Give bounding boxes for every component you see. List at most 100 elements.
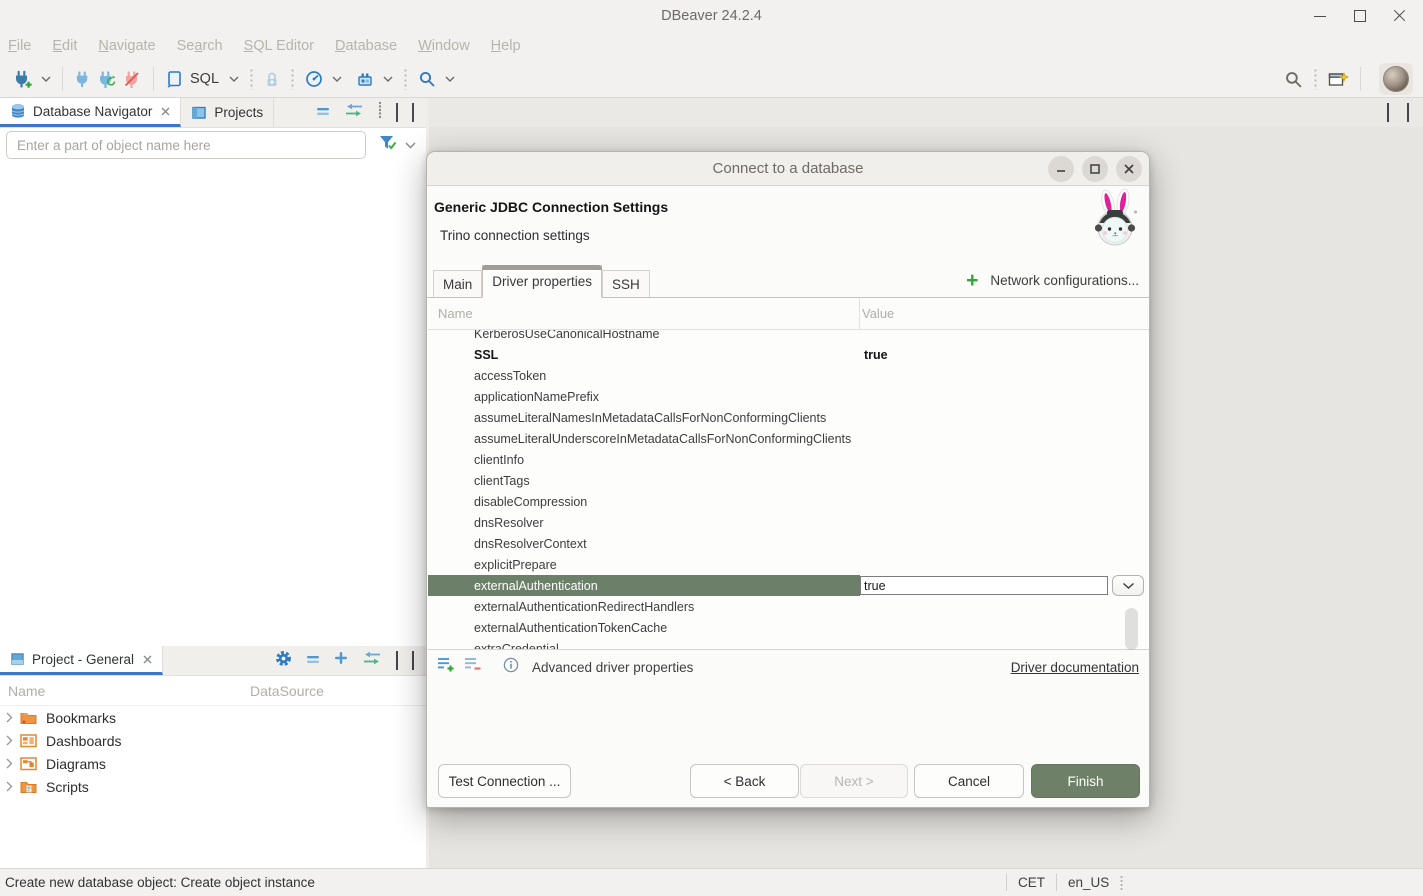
object-filter-input[interactable] (6, 131, 366, 159)
column-value[interactable]: Value (862, 306, 894, 321)
property-row-externalAuthenticationTokenCache[interactable]: externalAuthenticationTokenCache (428, 617, 1149, 638)
search-button[interactable] (415, 65, 439, 93)
dialog-maximize-button[interactable] (1082, 156, 1108, 182)
property-row-disableCompression[interactable]: disableCompression (428, 491, 1149, 512)
expander-chevron-icon[interactable] (6, 781, 20, 792)
remove-property-button[interactable] (464, 656, 482, 678)
tree-item-diagrams[interactable]: Diagrams (0, 752, 426, 775)
window-minimize-button[interactable] (1313, 9, 1327, 23)
column-divider[interactable] (859, 298, 860, 329)
close-tab-icon[interactable] (143, 652, 152, 667)
dashboard-dropdown[interactable] (329, 65, 345, 93)
cancel-button[interactable]: Cancel (914, 764, 1024, 798)
tree-item-dashboards[interactable]: Dashboards (0, 729, 426, 752)
dialog-close-button[interactable] (1116, 156, 1142, 182)
column-datasource[interactable]: DataSource (250, 683, 324, 699)
test-connection-button[interactable]: Test Connection ... (438, 764, 571, 798)
link-with-editor-icon[interactable] (362, 651, 382, 670)
column-name[interactable]: Name (0, 683, 250, 699)
dashboard-button[interactable] (302, 65, 326, 93)
sql-editor-label[interactable]: SQL (190, 71, 219, 87)
minimize-panel-icon[interactable] (396, 104, 398, 122)
property-row-externalAuthentication[interactable]: externalAuthentication (428, 575, 1149, 596)
new-connection-button[interactable] (10, 65, 35, 93)
tab-project-general[interactable]: Project - General (0, 646, 163, 675)
tree-item-bookmarks[interactable]: Bookmarks (0, 706, 426, 729)
expander-chevron-icon[interactable] (6, 712, 20, 723)
menu-item-edit[interactable]: Edit (52, 38, 77, 54)
driver-manager-button[interactable] (353, 65, 377, 93)
connect-button[interactable] (71, 65, 95, 93)
locale-indicator: en_US (1068, 875, 1109, 890)
new-connection-dropdown[interactable] (38, 65, 54, 93)
close-tab-icon[interactable] (161, 104, 170, 119)
menu-item-database[interactable]: Database (335, 38, 397, 54)
tree-item-scripts[interactable]: Scripts (0, 775, 426, 798)
window-close-button[interactable] (1393, 9, 1407, 23)
property-name: externalAuthentication (428, 575, 860, 596)
view-menu-icon[interactable] (378, 101, 382, 124)
tab-ssh[interactable]: SSH (602, 270, 650, 297)
filter-icon[interactable] (378, 134, 397, 156)
back-button[interactable]: < Back (690, 764, 799, 798)
property-value-input[interactable] (860, 576, 1108, 595)
window-maximize-button[interactable] (1353, 9, 1367, 23)
expand-all-icon[interactable] (334, 651, 348, 670)
finish-button[interactable]: Finish (1031, 764, 1140, 798)
maximize-panel-icon[interactable] (412, 652, 414, 670)
property-row-clientTags[interactable]: clientTags (428, 470, 1149, 491)
column-name[interactable]: Name (438, 306, 473, 321)
reconnect-button[interactable] (95, 65, 120, 93)
sql-editor-button[interactable] (162, 65, 186, 93)
tab-database-navigator[interactable]: Database Navigator (0, 98, 181, 127)
maximize-panel-icon[interactable] (412, 104, 414, 122)
property-row-extraCredential[interactable]: extraCredential (428, 638, 1149, 650)
minimize-editor-icon[interactable] (1387, 104, 1389, 122)
property-row-assumeLiteralUnderscoreInMetadataCallsForNonConformingClients[interactable]: assumeLiteralUnderscoreInMetadataCallsFo… (428, 428, 1149, 449)
dialog-minimize-button[interactable] (1048, 156, 1074, 182)
info-icon (503, 657, 519, 678)
sql-editor-dropdown[interactable] (226, 65, 242, 93)
user-profile-button[interactable] (1379, 63, 1413, 95)
open-perspective-button[interactable] (1325, 65, 1352, 93)
disconnect-button[interactable] (120, 65, 145, 93)
property-row-applicationNamePrefix[interactable]: applicationNamePrefix (428, 386, 1149, 407)
minimize-panel-icon[interactable] (396, 652, 398, 670)
property-row-clientInfo[interactable]: clientInfo (428, 449, 1149, 470)
tab-main[interactable]: Main (433, 270, 482, 297)
property-row-dnsResolver[interactable]: dnsResolver (428, 512, 1149, 533)
driver-documentation-link[interactable]: Driver documentation (1011, 660, 1139, 675)
vertical-scrollbar-thumb[interactable] (1125, 608, 1138, 650)
property-value-dropdown-button[interactable] (1112, 575, 1144, 596)
property-row-KerberosUseCanonicalHostname[interactable]: KerberosUseCanonicalHostname (428, 330, 1149, 344)
maximize-editor-icon[interactable] (1407, 104, 1409, 122)
property-row-accessToken[interactable]: accessToken (428, 365, 1149, 386)
search-dropdown[interactable] (442, 65, 458, 93)
tab-projects[interactable]: Projects (181, 98, 274, 127)
property-row-SSL[interactable]: SSLtrue (428, 344, 1149, 365)
collapse-all-icon[interactable] (316, 104, 330, 122)
menu-item-window[interactable]: Window (418, 38, 470, 54)
menu-item-search[interactable]: Search (177, 38, 223, 54)
expander-chevron-icon[interactable] (6, 758, 20, 769)
network-configurations-button[interactable]: + Network configurations... (966, 264, 1149, 297)
menu-item-navigate[interactable]: Navigate (98, 38, 155, 54)
property-name: clientInfo (428, 453, 860, 467)
property-row-assumeLiteralNamesInMetadataCallsForNonConformingClients[interactable]: assumeLiteralNamesInMetadataCallsForNonC… (428, 407, 1149, 428)
link-with-editor-icon[interactable] (344, 103, 364, 122)
property-row-explicitPrepare[interactable]: explicitPrepare (428, 554, 1149, 575)
property-row-externalAuthenticationRedirectHandlers[interactable]: externalAuthenticationRedirectHandlers (428, 596, 1149, 617)
add-property-button[interactable] (437, 656, 455, 678)
menu-item-help[interactable]: Help (491, 38, 521, 54)
settings-gear-icon[interactable] (275, 650, 292, 672)
tab-driver-properties[interactable]: Driver properties (482, 265, 602, 298)
quick-search-button[interactable] (1281, 65, 1306, 93)
driver-manager-dropdown[interactable] (380, 65, 396, 93)
property-row-dnsResolverContext[interactable]: dnsResolverContext (428, 533, 1149, 554)
expander-chevron-icon[interactable] (6, 735, 20, 746)
menu-item-file[interactable]: File (8, 38, 31, 54)
menu-item-sql-editor[interactable]: SQL Editor (244, 38, 314, 54)
collapse-all-icon[interactable] (306, 652, 320, 670)
filter-dropdown-icon[interactable] (405, 136, 416, 154)
security-lock-button[interactable] (261, 65, 283, 93)
